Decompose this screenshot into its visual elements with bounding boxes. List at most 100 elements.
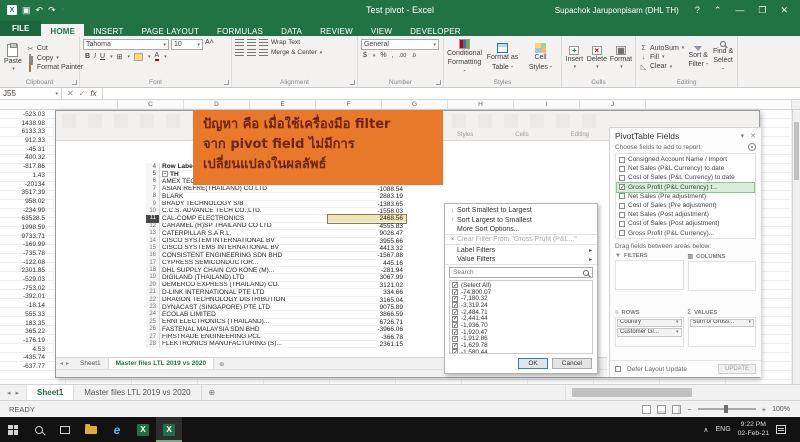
minimize-button[interactable]: — [728, 3, 751, 18]
tab-scroll-right-icon[interactable]: ▸ [16, 389, 20, 397]
formula-input[interactable] [103, 88, 800, 99]
row-number[interactable]: 24 [146, 311, 160, 318]
sheet-cell-value[interactable]: -435.74 [0, 354, 48, 363]
pivot-row[interactable]: 20 DEMERCO EXPRESS (THAILAND) CO. 3121.0… [146, 282, 406, 289]
pivot-row[interactable]: 19 DIGILAND (THAILAND) LTD 3067.99 [146, 274, 406, 281]
file-explorer-button[interactable] [78, 417, 104, 442]
filter-menu-item[interactable]: ↓ Sort Smallest to Largest [445, 206, 597, 216]
checkbox[interactable] [452, 343, 458, 349]
field-item[interactable]: Cost of Sales (Pre adjustment) [617, 201, 754, 210]
taskbar-search-button[interactable] [26, 417, 52, 442]
cut-button[interactable]: ✂Cut [26, 45, 83, 53]
checkbox[interactable] [452, 349, 458, 354]
collapse-group-icon[interactable]: − [162, 171, 168, 177]
row-number[interactable]: 21 [146, 289, 160, 296]
filter-menu-item[interactable]: × Clear Filter From "Gross Profit (P&L..… [445, 236, 597, 246]
save-button[interactable]: ▣ [22, 5, 31, 16]
taskbar-clock[interactable]: 9:22 PM 02-Feb-21 [738, 421, 769, 438]
sheet-cell-value[interactable]: 1998.59 [0, 224, 48, 233]
fill-color-button[interactable] [134, 53, 143, 61]
defer-layout-checkbox[interactable] [615, 366, 621, 372]
align-middle-icon[interactable] [247, 39, 256, 46]
sheet-grid[interactable]: -523.031438.986133.33912.33-45.31400.32-… [0, 110, 800, 384]
filter-menu-item[interactable]: Value Filters ▸ [445, 256, 597, 266]
font-dialog-launcher[interactable] [224, 80, 229, 85]
column-header[interactable]: F [316, 100, 382, 109]
row-number[interactable]: 22 [146, 297, 160, 304]
field-checkbox[interactable] [619, 230, 625, 236]
language-indicator[interactable]: ENG [715, 426, 730, 433]
zoom-slider[interactable] [698, 408, 756, 410]
pane-options-icon[interactable]: ▾ [741, 132, 745, 140]
row-number[interactable]: 6 [146, 178, 160, 185]
page-layout-view-button[interactable] [657, 405, 666, 414]
checkbox[interactable] [452, 309, 458, 315]
zoom-level[interactable]: 100% [772, 406, 790, 413]
sheet-cell-value[interactable]: 555.33 [0, 311, 48, 320]
align-center-icon[interactable] [247, 49, 256, 56]
pivot-row[interactable]: 15 CISCO SYSTEMS INTERNATIONAL BV 4413.3… [146, 245, 406, 252]
zoom-out-button[interactable]: − [687, 405, 691, 414]
row-number[interactable]: 18 [146, 267, 160, 274]
pivot-row[interactable]: 16 CONSISTENT ENGINEERING SDN BHD -1567.… [146, 252, 406, 259]
sheet-cell-value[interactable]: 1.43 [0, 172, 48, 181]
cancel-button[interactable]: Cancel [552, 358, 592, 369]
pivot-row[interactable]: 18 DHL SUPPLY CHAIN C/O KONE (M)... -281… [146, 267, 406, 274]
horizontal-scrollbar[interactable] [565, 385, 800, 400]
horizontal-scrollbar-thumb[interactable] [572, 388, 692, 397]
row-number[interactable]: 17 [146, 260, 160, 267]
borders-button[interactable]: ⊞ [117, 53, 123, 61]
page-break-view-button[interactable] [672, 405, 681, 414]
sheet-cell-value[interactable]: 1438.98 [0, 120, 48, 129]
tab-file[interactable]: FILE [0, 21, 41, 36]
sheet-cell-value[interactable]: -735.78 [0, 250, 48, 259]
field-chip[interactable]: Country▾ [617, 319, 682, 328]
row-number[interactable]: 14 [146, 238, 160, 245]
filter-checklist-item[interactable]: -1,580.44 [452, 349, 590, 354]
align-top-icon[interactable] [235, 39, 244, 46]
field-checkbox[interactable] [619, 203, 625, 209]
field-item[interactable]: Cost of Sales (Post adjustment) [617, 219, 754, 228]
filter-search-box[interactable] [449, 267, 593, 278]
sheet-cell-value[interactable]: 912.33 [0, 137, 48, 146]
row-number[interactable]: 19 [146, 274, 160, 281]
restore-button[interactable]: ❐ [751, 3, 773, 18]
checkbox[interactable] [452, 289, 458, 295]
column-header[interactable]: E [250, 100, 316, 109]
pivot-row[interactable]: 26 FASTENAL MALAYSIA SDN BHD -3966.06 [146, 326, 406, 333]
pivot-row[interactable]: 9 BRADY TECHNOLOGY S/B -1383.65 [146, 201, 406, 208]
qat-customize-button[interactable]: ▾ [62, 7, 65, 13]
percent-format-button[interactable]: % [380, 52, 386, 59]
sheet-cell-value[interactable]: -392.01 [0, 293, 48, 302]
row-number[interactable]: 16 [146, 252, 160, 259]
pivot-row[interactable]: 25 ERNI ELECTRONICS (THAILAND)... 6726.7… [146, 319, 406, 326]
sheet-cell-value[interactable]: -637.77 [0, 363, 48, 372]
column-header[interactable]: H [448, 100, 514, 109]
pivot-row[interactable]: 28 FLEKTRONICS MANUFACTURING (S)... 2361… [146, 341, 406, 348]
align-right-icon[interactable] [259, 49, 268, 56]
checkbox[interactable] [452, 336, 458, 342]
row-number[interactable]: 4 [146, 163, 160, 171]
vertical-scrollbar[interactable] [792, 110, 800, 384]
sheet-cell-value[interactable]: -169.99 [0, 241, 48, 250]
sheet-cell-value[interactable]: 3517.39 [0, 189, 48, 198]
confirm-entry-button[interactable]: ✓ [79, 89, 86, 98]
embedded-tab-scroll-right-icon[interactable]: ▸ [66, 360, 69, 367]
row-number[interactable]: 11 [146, 215, 160, 222]
copy-button[interactable]: Copy▾ [26, 55, 83, 62]
sheet-cell-value[interactable]: -817.86 [0, 163, 48, 172]
field-checkbox[interactable] [619, 184, 625, 190]
increase-decimal-button[interactable]: .00 [399, 53, 407, 59]
show-hidden-icons-button[interactable]: ∧ [703, 426, 708, 434]
alignment-dialog-launcher[interactable] [350, 80, 355, 85]
pivot-row[interactable]: 24 ECOLAB LIMITED 3866.59 [146, 311, 406, 318]
sheet-cell-value[interactable]: -18.14 [0, 302, 48, 311]
close-button[interactable]: ✕ [773, 3, 795, 18]
field-item[interactable]: Gross Profit (P&L Currency) t... [617, 183, 754, 192]
cancel-entry-button[interactable]: ✕ [67, 89, 74, 98]
cell-styles-button[interactable]: CellStyles - [523, 39, 558, 76]
row-number[interactable]: 25 [146, 319, 160, 326]
accounting-format-button[interactable]: $ [363, 52, 367, 59]
row-number[interactable]: 26 [146, 326, 160, 333]
ok-button[interactable]: OK [518, 358, 547, 369]
